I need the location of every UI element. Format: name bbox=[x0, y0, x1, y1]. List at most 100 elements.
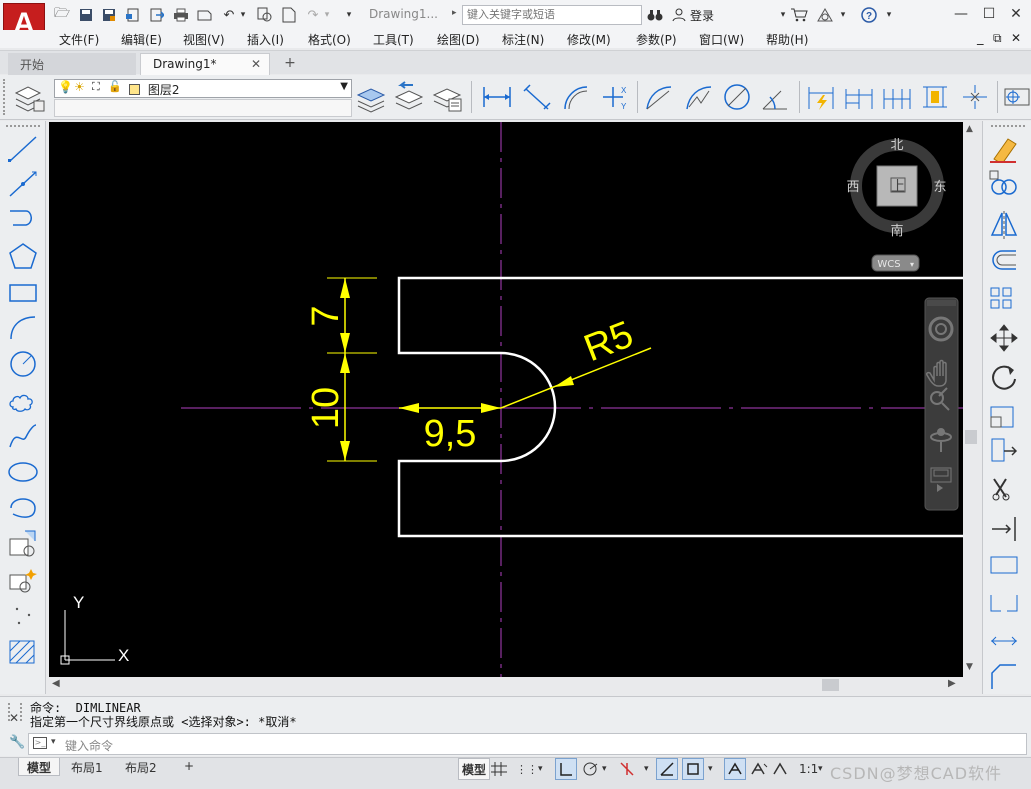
web-mobile-icon[interactable] bbox=[124, 6, 142, 24]
move-icon[interactable] bbox=[988, 323, 1020, 353]
polar-dropdown-icon[interactable]: ▾ bbox=[602, 758, 607, 780]
menu-parametric[interactable]: 参数(P) bbox=[636, 31, 677, 48]
publish-icon[interactable] bbox=[196, 6, 214, 24]
scale-dropdown-icon[interactable]: ▾ bbox=[818, 758, 823, 780]
dim-baseline-icon[interactable] bbox=[843, 81, 875, 113]
layer-state-dropdown[interactable] bbox=[54, 99, 352, 117]
match-icon[interactable] bbox=[256, 6, 274, 24]
dim-angular-icon[interactable] bbox=[759, 81, 791, 113]
user-icon[interactable] bbox=[670, 6, 688, 24]
object-snap-dropdown-icon[interactable]: ▾ bbox=[708, 758, 713, 780]
drawing-svg[interactable]: 7 10 9,5 R5 Y X 北 南 东 西 上 WCS ▾ bbox=[49, 122, 963, 677]
menu-file[interactable]: 文件(F) bbox=[59, 31, 99, 48]
drawing-canvas[interactable]: 7 10 9,5 R5 Y X 北 南 东 西 上 WCS ▾ bbox=[49, 122, 963, 677]
tab-drawing1[interactable]: Drawing1* ✕ bbox=[140, 53, 270, 75]
new-layout-button[interactable]: + bbox=[176, 758, 202, 776]
isodraft-dropdown-icon[interactable]: ▾ bbox=[644, 758, 649, 780]
cart-icon[interactable] bbox=[790, 6, 808, 24]
a360-icon[interactable] bbox=[816, 6, 834, 24]
customize-wrench-icon[interactable]: 🔧 bbox=[9, 735, 25, 750]
scroll-right-icon[interactable]: ▶ bbox=[948, 678, 956, 689]
scroll-left-icon[interactable]: ◀ bbox=[52, 678, 60, 689]
snap-dropdown-icon[interactable]: ▾ bbox=[538, 758, 543, 780]
annotation-scale-icon[interactable] bbox=[772, 758, 788, 780]
dim-radius-icon[interactable] bbox=[643, 81, 675, 113]
dim-text-r5[interactable]: R5 bbox=[578, 313, 638, 370]
copy-icon[interactable] bbox=[988, 169, 1020, 199]
export-icon[interactable] bbox=[148, 6, 166, 24]
model-space-button[interactable]: 模型 bbox=[458, 758, 491, 780]
save-icon[interactable] bbox=[77, 6, 95, 24]
menu-insert[interactable]: 插入(I) bbox=[247, 31, 284, 48]
help-icon[interactable]: ? bbox=[860, 6, 878, 24]
menu-format[interactable]: 格式(O) bbox=[308, 31, 351, 48]
rectangle-icon[interactable] bbox=[7, 277, 39, 307]
dim-space-icon[interactable] bbox=[919, 81, 951, 113]
dim-aligned-icon[interactable] bbox=[521, 81, 553, 113]
doc-minimize-icon[interactable]: _ bbox=[977, 31, 984, 46]
line-icon[interactable] bbox=[7, 134, 39, 164]
login-button[interactable]: 登录 bbox=[690, 7, 714, 24]
vertical-scrollbar[interactable]: ▲ ▼ bbox=[963, 122, 978, 677]
point-icon[interactable] bbox=[7, 601, 39, 631]
save-as-icon[interactable] bbox=[100, 6, 118, 24]
object-snap-icon[interactable] bbox=[682, 758, 704, 780]
mirror-icon[interactable] bbox=[988, 209, 1020, 239]
rotate-icon[interactable] bbox=[988, 361, 1020, 391]
circle-icon[interactable] bbox=[7, 349, 39, 379]
close-icon[interactable]: ✕ bbox=[1005, 4, 1027, 24]
polyline-icon[interactable] bbox=[7, 205, 39, 235]
viewcube-east[interactable]: 东 bbox=[933, 180, 946, 195]
tab-start[interactable]: 开始 bbox=[8, 53, 136, 75]
break-icon[interactable] bbox=[988, 587, 1020, 617]
wcs-dropdown-icon[interactable]: ▾ bbox=[910, 260, 914, 269]
vertical-scroll-thumb[interactable] bbox=[965, 430, 977, 444]
construction-line-icon[interactable] bbox=[7, 169, 39, 199]
dim-break-icon[interactable] bbox=[959, 81, 991, 113]
viewcube-west[interactable]: 西 bbox=[846, 180, 859, 195]
lightbulb-icon[interactable]: 💡 bbox=[58, 80, 73, 94]
ellipse-icon[interactable] bbox=[7, 457, 39, 487]
viewcube-south[interactable]: 南 bbox=[890, 223, 903, 239]
quick-dimension-icon[interactable] bbox=[805, 81, 837, 113]
search-input[interactable] bbox=[462, 5, 642, 25]
ortho-icon[interactable] bbox=[555, 758, 577, 780]
sun-icon[interactable]: ☀ bbox=[74, 80, 85, 94]
dim-text-7[interactable]: 7 bbox=[305, 305, 347, 326]
layer-state-manager-icon[interactable] bbox=[431, 81, 463, 113]
scale-icon[interactable] bbox=[988, 399, 1020, 429]
join-icon[interactable] bbox=[988, 625, 1020, 655]
object-snap-tracking-icon[interactable] bbox=[656, 758, 678, 780]
open-folder-icon[interactable]: 🗁 bbox=[53, 6, 71, 24]
tab-layout1[interactable]: 布局1 bbox=[63, 758, 111, 776]
new-tab-button[interactable]: + bbox=[280, 55, 300, 73]
ellipse-arc-icon[interactable] bbox=[7, 493, 39, 523]
tolerance-icon[interactable] bbox=[1001, 81, 1031, 113]
layer-dropdown[interactable]: 💡 ☀ ⛶ 🔓 图层2 ▼ bbox=[54, 79, 352, 98]
tab-model[interactable]: 模型 bbox=[18, 758, 61, 776]
hatch-icon[interactable] bbox=[7, 637, 39, 667]
scroll-down-icon[interactable]: ▼ bbox=[966, 662, 973, 672]
menu-help[interactable]: 帮助(H) bbox=[766, 31, 808, 48]
dim-arc-icon[interactable] bbox=[561, 81, 593, 113]
polygon-icon[interactable] bbox=[7, 241, 39, 271]
insert-block-icon[interactable] bbox=[7, 529, 39, 559]
close-tab-icon[interactable]: ✕ bbox=[251, 57, 261, 71]
doc-close-icon[interactable]: ✕ bbox=[1011, 31, 1021, 45]
dim-linear-icon[interactable] bbox=[481, 81, 513, 113]
menu-window[interactable]: 窗口(W) bbox=[699, 31, 744, 48]
dim-text-9-5[interactable]: 9,5 bbox=[424, 413, 477, 455]
erase-icon[interactable] bbox=[988, 133, 1020, 163]
trim-icon[interactable] bbox=[988, 473, 1020, 503]
menu-modify[interactable]: 修改(M) bbox=[567, 31, 611, 48]
grid-icon[interactable] bbox=[490, 758, 508, 780]
redo-dropdown-icon[interactable]: ▾ bbox=[318, 6, 336, 24]
scroll-up-icon[interactable]: ▲ bbox=[966, 124, 973, 134]
dim-linear-9-5[interactable] bbox=[399, 403, 501, 413]
doc-restore-icon[interactable]: ⧉ bbox=[993, 31, 1002, 46]
tab-layout2[interactable]: 布局2 bbox=[117, 758, 165, 776]
dim-diameter-icon[interactable] bbox=[721, 81, 753, 113]
polar-tracking-icon[interactable] bbox=[582, 758, 600, 780]
horizontal-scroll-thumb[interactable] bbox=[822, 679, 839, 691]
command-input[interactable]: >_ ▾ 键入命令 bbox=[28, 733, 1027, 755]
